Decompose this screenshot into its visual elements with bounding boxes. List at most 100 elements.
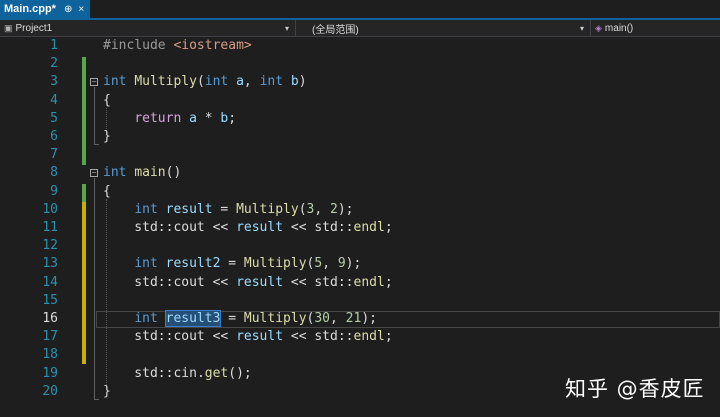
code-token: a	[181, 110, 197, 126]
code-token: 2	[330, 201, 338, 217]
code-token: cout	[173, 329, 205, 345]
line-number: 17	[42, 329, 58, 345]
code-line[interactable]: 13 int result2 = Multiply(5, 9);	[0, 255, 720, 273]
code-token: <<	[204, 220, 237, 235]
tab-label: Main.cpp*	[4, 3, 56, 15]
code-token: int	[103, 74, 135, 90]
member-dropdown-label: main()	[604, 22, 634, 34]
code-token: ();	[228, 365, 252, 381]
code-token: endl	[353, 220, 385, 235]
code-token: =	[220, 311, 244, 326]
project-icon: ▣	[4, 22, 13, 33]
code-token: int	[134, 256, 158, 272]
code-token: );	[361, 311, 377, 326]
code-text: }	[103, 128, 111, 146]
code-token: result2	[157, 256, 221, 272]
code-text: {	[103, 183, 111, 201]
code-token: (	[196, 74, 205, 90]
code-token: std::	[103, 220, 174, 235]
chevron-down-icon: ▾	[284, 23, 289, 33]
code-line[interactable]: 12	[0, 237, 720, 255]
code-line[interactable]: 17 std::cout << result << std::endl;	[0, 328, 720, 346]
code-token: 30	[314, 311, 331, 326]
line-number: 8	[50, 165, 58, 181]
code-token: return	[134, 110, 182, 126]
code-text: int result3 = Multiply(30, 21);	[103, 310, 377, 328]
line-number: 16	[42, 311, 58, 326]
line-number: 15	[42, 292, 58, 308]
code-token: );	[337, 201, 354, 217]
line-number: 3	[50, 74, 58, 90]
selected-identifier: result3	[164, 310, 222, 327]
code-token: ,	[322, 256, 338, 272]
code-line[interactable]: 7	[0, 146, 720, 164]
pin-icon[interactable]: ⊕	[64, 4, 72, 15]
code-token: <iostream>	[173, 38, 252, 53]
code-token: std::	[103, 274, 174, 290]
code-line[interactable]: 15	[0, 292, 720, 310]
code-text: std::cout << result << std::endl;	[103, 328, 393, 346]
code-token: <<	[204, 329, 237, 345]
code-token: std::	[103, 365, 174, 381]
line-number: 10	[42, 201, 58, 217]
code-token: int	[134, 201, 158, 217]
code-line[interactable]: 10 int result = Multiply(3, 2);	[0, 201, 720, 219]
code-line[interactable]: 1 #include <iostream>	[0, 37, 720, 55]
line-number: 12	[42, 238, 58, 254]
code-token: <<	[204, 274, 237, 290]
code-line[interactable]: 11 std::cout << result << std::endl;	[0, 219, 720, 237]
project-dropdown[interactable]: ▣ Project1 ▾	[0, 20, 296, 36]
close-icon[interactable]: ×	[78, 4, 84, 15]
code-token: int	[259, 74, 284, 90]
member-dropdown[interactable]: ◈ main()	[591, 20, 720, 36]
code-token: 5	[314, 256, 323, 272]
code-token: << std::	[283, 329, 354, 345]
code-line[interactable]: 9{	[0, 183, 720, 201]
code-token: endl	[353, 274, 385, 290]
code-token: result	[157, 201, 213, 217]
code-token: get	[204, 365, 229, 381]
line-number: 9	[50, 183, 58, 199]
code-text: return a * b;	[103, 110, 236, 128]
code-token: *	[196, 110, 221, 126]
code-token: ()	[165, 165, 182, 181]
code-text: {	[103, 92, 111, 110]
code-token: main	[134, 165, 166, 181]
code-line[interactable]: 3 int Multiply(int a, int b)	[0, 73, 720, 91]
code-token: )	[298, 74, 307, 90]
code-token: Multiply	[236, 201, 299, 217]
line-number: 2	[50, 56, 58, 72]
line-number: 14	[42, 274, 58, 290]
code-token: Multiply	[134, 74, 197, 90]
code-line[interactable]: 18	[0, 346, 720, 364]
code-token: ;	[384, 329, 393, 345]
code-line[interactable]: 6}	[0, 128, 720, 146]
code-token: ,	[243, 74, 260, 90]
code-token: result	[236, 329, 284, 345]
code-text: #include <iostream>	[103, 37, 252, 55]
scope-dropdown[interactable]: (全局范围) ▾	[296, 20, 591, 36]
code-line[interactable]: 14 std::cout << result << std::endl;	[0, 274, 720, 292]
code-token: ,	[330, 311, 346, 326]
code-token: cin	[173, 365, 197, 381]
code-line[interactable]: 8 int main()	[0, 164, 720, 182]
tab-main-cpp[interactable]: Main.cpp* ⊕ ×	[0, 0, 90, 18]
code-line[interactable]: 5 return a * b;	[0, 110, 720, 128]
chevron-down-icon: ▾	[579, 23, 584, 33]
code-token: ;	[384, 220, 393, 235]
code-editor[interactable]: − − 1 #include <iostream> 2 3 int Multiply(i…	[0, 37, 720, 417]
code-token: 21	[345, 311, 362, 326]
code-line[interactable]: 2	[0, 55, 720, 73]
code-token: << std::	[283, 274, 354, 290]
code-token: std::	[103, 329, 174, 345]
code-line[interactable]: 16 int result3 = Multiply(30, 21);	[0, 310, 720, 328]
code-token: =	[220, 256, 244, 272]
line-number: 20	[42, 383, 58, 399]
code-line[interactable]: 4{	[0, 92, 720, 110]
line-number: 11	[42, 220, 58, 235]
line-number: 19	[42, 365, 58, 381]
code-text: int main()	[103, 164, 181, 182]
code-token: ,	[314, 201, 331, 217]
code-token: a	[228, 74, 244, 90]
